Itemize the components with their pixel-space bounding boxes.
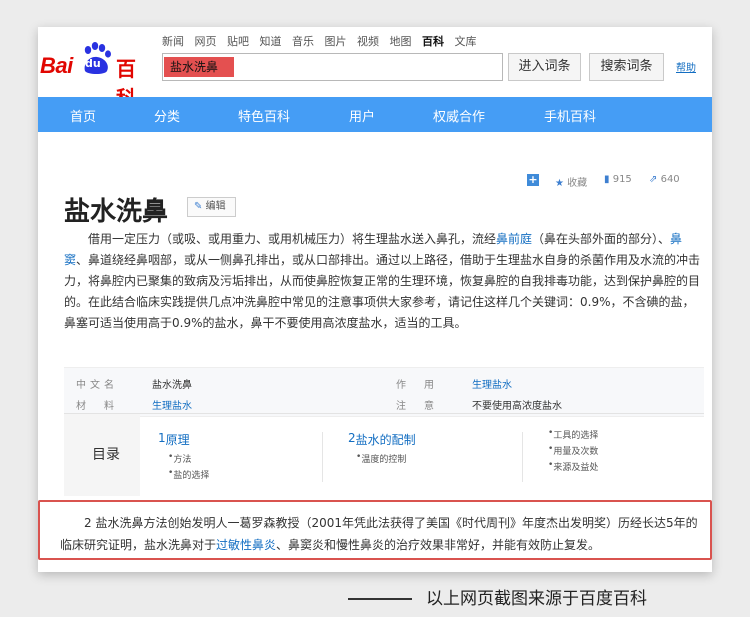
top-nav-links: 新闻 网页 贴吧 知道 音乐 图片 视频 地图 百科 文库: [162, 33, 484, 49]
logo-du-text: du: [85, 57, 101, 70]
search-query-text: 盐水洗鼻: [164, 57, 234, 77]
baidu-baike-logo[interactable]: Bai du 百科: [40, 41, 152, 110]
nav-item-categories[interactable]: 分类: [154, 106, 180, 125]
toc-sub-temperature[interactable]: • 温度的控制: [356, 452, 406, 465]
share-button[interactable]: ⇗ 640: [649, 174, 680, 185]
add-icon[interactable]: +: [527, 174, 539, 186]
basic-info-table: 中文名 盐水洗鼻 作 用 生理盐水 材 料 生理盐水 注 意 不要使用高浓度盐水: [64, 367, 704, 417]
logo-bai-text: Bai: [40, 53, 73, 78]
info-value-material[interactable]: 生理盐水: [152, 397, 192, 412]
thumbs-up-icon: ▮: [604, 174, 610, 185]
toc-extra-origin[interactable]: • 来源及益处: [548, 460, 598, 473]
top-link-news[interactable]: 新闻: [162, 35, 184, 48]
source-caption: 以上网页截图来源于百度百科: [348, 584, 647, 609]
search-entry-button[interactable]: 搜索词条: [589, 53, 664, 81]
summary-text-2: （鼻在头部外面的部分）、: [532, 232, 671, 246]
info-value-chinese-name: 盐水洗鼻: [152, 380, 192, 391]
edit-label: 编辑: [205, 201, 226, 212]
top-link-baike[interactable]: 百科: [422, 35, 444, 48]
top-link-map[interactable]: 地图: [390, 35, 412, 48]
summary-text-1: 借用一定压力（或吸、或用重力、或用机械压力）将生理盐水送入鼻孔，流经: [88, 232, 497, 246]
toc-label: 目录: [92, 447, 120, 463]
search-input[interactable]: 盐水洗鼻: [162, 53, 503, 81]
top-link-images[interactable]: 图片: [325, 35, 347, 48]
toc-extra-dosage[interactable]: • 用量及次数: [548, 444, 598, 457]
top-link-tieba[interactable]: 贴吧: [227, 35, 249, 48]
top-link-web[interactable]: 网页: [195, 35, 217, 48]
caption-text: 以上网页截图来源于百度百科: [426, 589, 647, 609]
nav-item-users[interactable]: 用户: [349, 106, 375, 125]
toc-item-2-number: 2: [348, 431, 356, 445]
favorite-label: 收藏: [567, 178, 588, 189]
nav-item-mobile[interactable]: 手机百科: [544, 106, 596, 125]
toc-sub-salt[interactable]: • 盐的选择: [168, 468, 209, 481]
info-value-function[interactable]: 生理盐水: [472, 376, 512, 391]
nav-item-partners[interactable]: 权威合作: [433, 106, 485, 125]
top-link-wenku[interactable]: 文库: [455, 35, 477, 48]
share-count: 640: [660, 174, 680, 185]
toc-extra-tools-label: 工具的选择: [553, 431, 599, 441]
browser-page: 新闻 网页 贴吧 知道 音乐 图片 视频 地图 百科 文库 Bai du 百科 …: [38, 27, 712, 572]
toc-item-2[interactable]: 2 盐水的配制: [348, 431, 416, 447]
top-link-music[interactable]: 音乐: [292, 35, 314, 48]
info-key-function: 作 用: [396, 380, 438, 391]
toc-extra-origin-label: 来源及益处: [553, 463, 599, 473]
star-icon: ★: [555, 178, 564, 189]
toc-sub-method[interactable]: • 方法: [168, 452, 191, 465]
edit-button[interactable]: ✎ 编辑: [187, 197, 236, 217]
summary-paragraph: 借用一定压力（或吸、或用重力、或用机械压力）将生理盐水送入鼻孔，流经鼻前庭（鼻在…: [64, 229, 704, 334]
toc-extra-tools[interactable]: • 工具的选择: [548, 428, 598, 441]
info-key-chinese-name: 中文名: [76, 380, 118, 391]
summary-text-3: 、鼻道绕经鼻咽部，或从一侧鼻孔排出，或从口部排出。通过以上路径，借助于生理盐水自…: [64, 253, 701, 330]
nav-item-featured[interactable]: 特色百科: [238, 106, 290, 125]
table-of-contents: 目录 1 原理 • 方法 • 盐的选择 2 盐水的配制 • 温度的控制 • 工具…: [64, 413, 704, 496]
toc-item-2-title: 盐水的配制: [355, 433, 416, 447]
toc-sub-method-label: 方法: [173, 455, 192, 465]
link-nasal-vestibule[interactable]: 鼻前庭: [496, 232, 532, 246]
excerpt-text: 2 盐水洗鼻方法创始发明人一葛罗森教授（2001年凭此法获得了美国《时代周刊》年…: [60, 512, 700, 556]
excerpt-text-2: 、鼻窦炎和慢性鼻炎的治疗效果非常好，并能有效防止复发。: [276, 538, 601, 552]
toc-extra-dosage-label: 用量及次数: [553, 447, 599, 457]
info-key-caution: 注 意: [396, 401, 438, 412]
share-icon: ⇗: [649, 174, 658, 185]
toc-item-1-number: 1: [158, 431, 166, 445]
caption-dash: [348, 598, 412, 600]
help-link[interactable]: 帮助: [676, 59, 696, 74]
main-navbar: 首页 分类 特色百科 用户 权威合作 手机百科: [38, 97, 712, 132]
toc-divider-1: [322, 432, 323, 482]
enter-entry-button[interactable]: 进入词条: [508, 53, 581, 81]
nav-item-home[interactable]: 首页: [70, 106, 96, 125]
like-button[interactable]: ▮ 915: [604, 174, 632, 185]
info-key-material: 材 料: [76, 401, 118, 412]
toc-sub-temperature-label: 温度的控制: [361, 455, 407, 465]
toc-item-1-title: 原理: [165, 433, 190, 447]
top-link-zhidao[interactable]: 知道: [260, 35, 282, 48]
toc-sub-salt-label: 盐的选择: [173, 471, 210, 481]
info-value-caution: 不要使用高浓度盐水: [472, 401, 562, 412]
highlighted-excerpt: 2 盐水洗鼻方法创始发明人一葛罗森教授（2001年凭此法获得了美国《时代周刊》年…: [38, 500, 712, 560]
toc-item-1[interactable]: 1 原理: [158, 431, 190, 447]
favorite-button[interactable]: ★ 收藏: [555, 174, 587, 189]
link-allergic-rhinitis[interactable]: 过敏性鼻炎: [216, 538, 276, 552]
top-link-video[interactable]: 视频: [357, 35, 379, 48]
pencil-icon: ✎: [194, 201, 203, 212]
like-count: 915: [612, 174, 632, 185]
toc-divider-2: [522, 432, 523, 482]
page-title: 盐水洗鼻: [64, 197, 169, 227]
